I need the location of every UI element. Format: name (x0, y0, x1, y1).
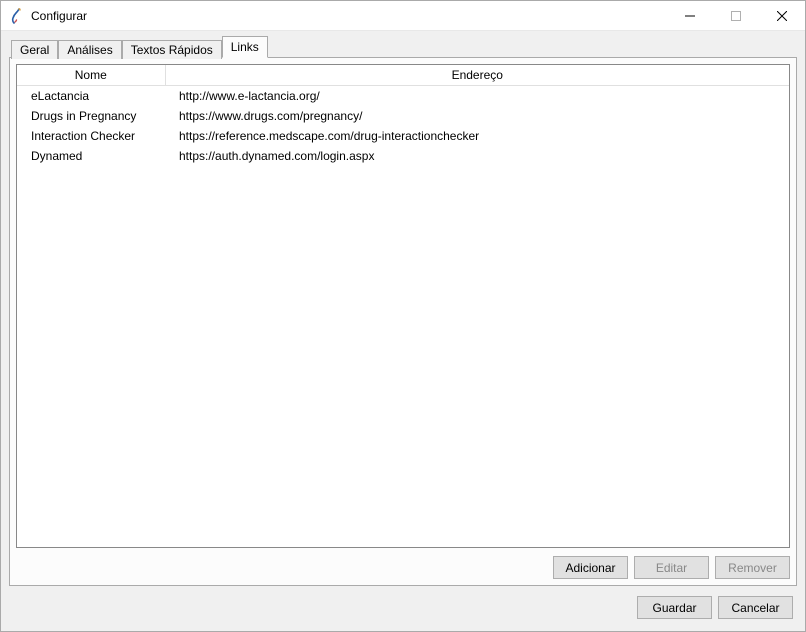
table-row[interactable]: Dynamed https://auth.dynamed.com/login.a… (17, 146, 789, 166)
table-row[interactable]: eLactancia http://www.e-lactancia.org/ (17, 86, 789, 106)
window-title: Configurar (31, 9, 87, 23)
table-row[interactable]: Drugs in Pregnancy https://www.drugs.com… (17, 106, 789, 126)
links-table[interactable]: Nome Endereço eLactancia http://www.e-la… (17, 65, 789, 166)
cell-name: Dynamed (17, 146, 165, 166)
cancel-button[interactable]: Cancelar (718, 596, 793, 619)
tab-links[interactable]: Links (222, 36, 268, 58)
links-action-buttons: Adicionar Editar Remover (16, 548, 790, 579)
titlebar: Configurar (1, 1, 805, 31)
maximize-button[interactable] (713, 1, 759, 31)
col-header-name[interactable]: Nome (17, 65, 165, 86)
remove-button-label: Remover (728, 561, 777, 575)
cell-name: Drugs in Pregnancy (17, 106, 165, 126)
edit-button-label: Editar (656, 561, 687, 575)
tab-control: Geral Análises Textos Rápidos Links Nome (9, 35, 797, 586)
cancel-button-label: Cancelar (731, 601, 779, 615)
links-table-container: Nome Endereço eLactancia http://www.e-la… (16, 64, 790, 548)
tab-analises[interactable]: Análises (58, 40, 121, 59)
save-button[interactable]: Guardar (637, 596, 712, 619)
config-window: Configurar Geral Análises Textos Rápidos… (0, 0, 806, 632)
add-button-label: Adicionar (565, 561, 615, 575)
remove-button[interactable]: Remover (715, 556, 790, 579)
cell-address: https://www.drugs.com/pregnancy/ (165, 106, 789, 126)
cell-address: http://www.e-lactancia.org/ (165, 86, 789, 106)
tab-geral-label: Geral (20, 43, 49, 57)
table-row[interactable]: Interaction Checker https://reference.me… (17, 126, 789, 146)
tab-analises-label: Análises (67, 43, 112, 57)
add-button[interactable]: Adicionar (553, 556, 628, 579)
tab-links-label: Links (231, 40, 259, 54)
save-button-label: Guardar (652, 601, 696, 615)
app-icon (9, 8, 25, 24)
tab-textos-rapidos-label: Textos Rápidos (131, 43, 213, 57)
dialog-buttons: Guardar Cancelar (9, 586, 797, 623)
tab-page-links: Nome Endereço eLactancia http://www.e-la… (9, 57, 797, 586)
minimize-button[interactable] (667, 1, 713, 31)
cell-address: https://auth.dynamed.com/login.aspx (165, 146, 789, 166)
close-button[interactable] (759, 1, 805, 31)
tab-strip: Geral Análises Textos Rápidos Links (9, 35, 797, 57)
tab-textos-rapidos[interactable]: Textos Rápidos (122, 40, 222, 59)
edit-button[interactable]: Editar (634, 556, 709, 579)
cell-name: eLactancia (17, 86, 165, 106)
tab-geral[interactable]: Geral (11, 40, 58, 59)
cell-name: Interaction Checker (17, 126, 165, 146)
client-area: Geral Análises Textos Rápidos Links Nome (1, 31, 805, 631)
col-header-address[interactable]: Endereço (165, 65, 789, 86)
cell-address: https://reference.medscape.com/drug-inte… (165, 126, 789, 146)
